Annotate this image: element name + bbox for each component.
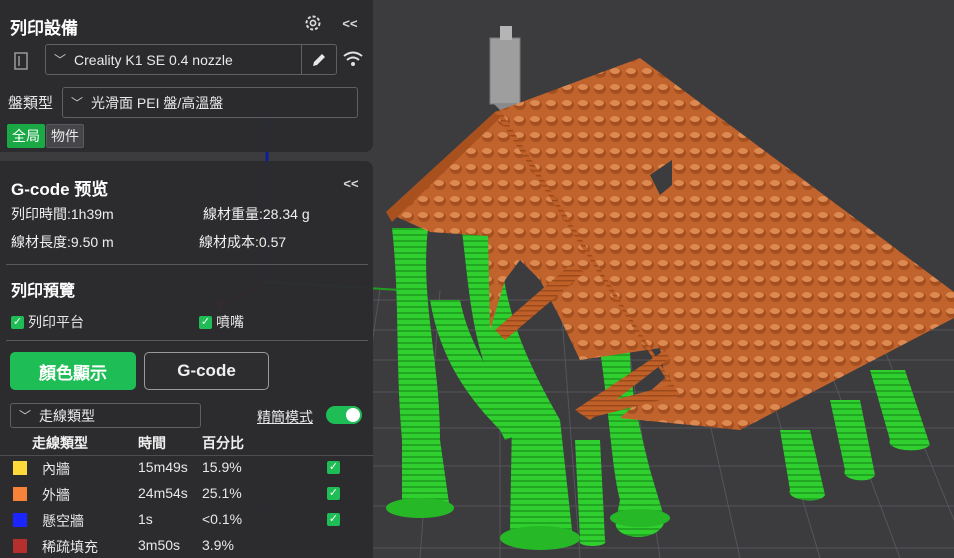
show-bed-checkbox[interactable]: ✓ 列印平台 [11, 312, 84, 332]
collapse-panel-icon[interactable]: << [340, 175, 362, 191]
printer-panel-title: 列印設備 [10, 19, 78, 38]
simple-mode-label[interactable]: 精簡模式 [257, 407, 313, 427]
color-swatch [13, 487, 27, 501]
line-type-percent: 3.9% [202, 537, 234, 553]
table-row: 懸空牆 1s <0.1% ✓ [0, 507, 373, 533]
gear-icon[interactable] [302, 12, 324, 34]
line-type-name: 稀疏填充 [42, 539, 98, 555]
column-header-percent: 百分比 [202, 435, 244, 451]
line-type-percent: 25.1% [202, 485, 242, 501]
column-header-type: 走線類型 [32, 435, 88, 451]
line-type-name: 懸空牆 [42, 513, 84, 529]
show-nozzle-checkbox[interactable]: ✓ 噴嘴 [199, 312, 244, 332]
divider [6, 264, 368, 265]
gcode-view-button[interactable]: G-code [144, 352, 269, 390]
chevron-down-icon: ﹀ [19, 409, 32, 423]
printer-settings-panel: 列印設備 << ﹀ Creality K1 SE 0.4 nozzle 盤類型 … [0, 0, 373, 152]
line-type-time: 3m50s [138, 537, 181, 553]
line-type-percent: <0.1% [202, 511, 243, 527]
wifi-icon[interactable] [341, 48, 365, 70]
color-swatch [13, 513, 27, 527]
filament-length: 線材長度:9.50 m [11, 234, 114, 250]
line-type-time: 1s [138, 511, 153, 527]
pencil-icon[interactable] [301, 45, 336, 74]
plate-type-value: 光滑面 PEI 盤/高溫盤 [91, 94, 224, 111]
check-icon[interactable]: ✓ [327, 487, 340, 500]
toggle-knob [346, 408, 360, 422]
line-type-name: 內牆 [42, 461, 70, 477]
show-bed-label: 列印平台 [28, 314, 84, 330]
table-row: 外牆 24m54s 25.1% ✓ [0, 481, 373, 507]
line-type-name: 外牆 [42, 487, 70, 503]
check-icon: ✓ [11, 315, 24, 329]
column-header-time: 時間 [138, 435, 166, 451]
check-icon: ✓ [199, 315, 212, 329]
filament-weight: 線材重量:28.34 g [203, 206, 310, 222]
table-row: 稀疏填充 3m50s 3.9% [0, 533, 373, 558]
collapse-panel-icon[interactable]: << [340, 14, 360, 32]
show-nozzle-label: 噴嘴 [216, 314, 244, 330]
divider [6, 340, 368, 341]
color-swatch [13, 539, 27, 553]
check-icon[interactable]: ✓ [327, 513, 340, 526]
print-time: 列印時間:1h39m [11, 206, 114, 222]
check-icon[interactable]: ✓ [327, 461, 340, 474]
chevron-down-icon: ﹀ [54, 53, 67, 67]
plate-type-label: 盤類型 [8, 95, 54, 112]
tab-global[interactable]: 全局 [7, 124, 45, 148]
plate-type-select[interactable]: ﹀ 光滑面 PEI 盤/高溫盤 [62, 87, 358, 118]
line-type-percent: 15.9% [202, 459, 242, 475]
simple-mode-toggle[interactable] [326, 406, 362, 424]
line-type-value: 走線類型 [39, 407, 96, 424]
color-view-button[interactable]: 顏色顯示 [10, 352, 136, 390]
printer-select[interactable]: ﹀ Creality K1 SE 0.4 nozzle [45, 44, 337, 75]
line-type-time: 24m54s [138, 485, 188, 501]
printer-name: Creality K1 SE 0.4 nozzle [74, 51, 233, 68]
tab-object[interactable]: 物件 [46, 124, 84, 148]
filament-cost: 線材成本:0.57 [199, 234, 287, 250]
table-row: 內牆 15m49s 15.9% ✓ [0, 455, 373, 481]
gcode-panel-title: G-code 预览 [11, 180, 109, 199]
nozzle-model [489, 26, 521, 112]
line-type-time: 15m49s [138, 459, 188, 475]
chevron-down-icon: ﹀ [71, 96, 84, 110]
color-swatch [13, 461, 27, 475]
printer-icon [10, 50, 32, 72]
print-preview-title: 列印預覽 [11, 283, 76, 300]
line-type-select[interactable]: ﹀ 走線類型 [10, 403, 201, 428]
